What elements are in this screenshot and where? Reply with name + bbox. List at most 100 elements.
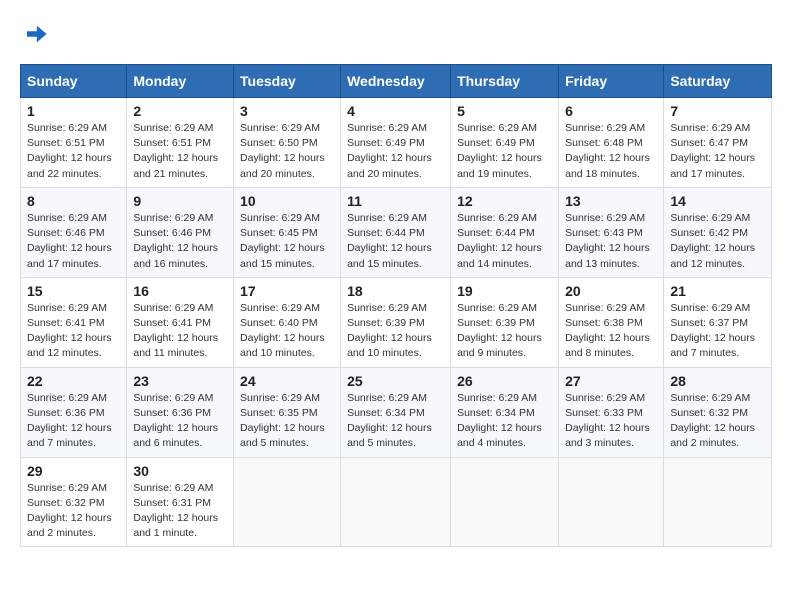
day-number: 26 — [457, 373, 552, 389]
day-number: 24 — [240, 373, 334, 389]
calendar-cell — [341, 457, 451, 547]
cell-info: Sunrise: 6:29 AMSunset: 6:33 PMDaylight:… — [565, 392, 650, 450]
calendar-cell: 9 Sunrise: 6:29 AMSunset: 6:46 PMDayligh… — [127, 187, 234, 277]
calendar-cell — [234, 457, 341, 547]
day-number: 29 — [27, 463, 120, 479]
day-number: 15 — [27, 283, 120, 299]
calendar-cell: 8 Sunrise: 6:29 AMSunset: 6:46 PMDayligh… — [21, 187, 127, 277]
cell-info: Sunrise: 6:29 AMSunset: 6:44 PMDaylight:… — [347, 212, 432, 270]
cell-info: Sunrise: 6:29 AMSunset: 6:47 PMDaylight:… — [670, 122, 755, 180]
cell-info: Sunrise: 6:29 AMSunset: 6:48 PMDaylight:… — [565, 122, 650, 180]
day-number: 22 — [27, 373, 120, 389]
calendar-cell: 7 Sunrise: 6:29 AMSunset: 6:47 PMDayligh… — [664, 98, 772, 188]
calendar-cell: 28 Sunrise: 6:29 AMSunset: 6:32 PMDaylig… — [664, 367, 772, 457]
cell-info: Sunrise: 6:29 AMSunset: 6:46 PMDaylight:… — [133, 212, 218, 270]
calendar-cell: 14 Sunrise: 6:29 AMSunset: 6:42 PMDaylig… — [664, 187, 772, 277]
cell-info: Sunrise: 6:29 AMSunset: 6:43 PMDaylight:… — [565, 212, 650, 270]
day-number: 28 — [670, 373, 765, 389]
weekday-monday: Monday — [127, 65, 234, 98]
day-number: 1 — [27, 103, 120, 119]
calendar-table: SundayMondayTuesdayWednesdayThursdayFrid… — [20, 64, 772, 547]
day-number: 11 — [347, 193, 444, 209]
calendar-cell: 13 Sunrise: 6:29 AMSunset: 6:43 PMDaylig… — [559, 187, 664, 277]
calendar-cell: 11 Sunrise: 6:29 AMSunset: 6:44 PMDaylig… — [341, 187, 451, 277]
day-number: 14 — [670, 193, 765, 209]
calendar-week-1: 1 Sunrise: 6:29 AMSunset: 6:51 PMDayligh… — [21, 98, 772, 188]
calendar-cell: 21 Sunrise: 6:29 AMSunset: 6:37 PMDaylig… — [664, 277, 772, 367]
calendar-cell: 15 Sunrise: 6:29 AMSunset: 6:41 PMDaylig… — [21, 277, 127, 367]
cell-info: Sunrise: 6:29 AMSunset: 6:46 PMDaylight:… — [27, 212, 112, 270]
cell-info: Sunrise: 6:29 AMSunset: 6:51 PMDaylight:… — [133, 122, 218, 180]
cell-info: Sunrise: 6:29 AMSunset: 6:45 PMDaylight:… — [240, 212, 325, 270]
calendar-cell: 1 Sunrise: 6:29 AMSunset: 6:51 PMDayligh… — [21, 98, 127, 188]
weekday-wednesday: Wednesday — [341, 65, 451, 98]
cell-info: Sunrise: 6:29 AMSunset: 6:39 PMDaylight:… — [457, 302, 542, 360]
cell-info: Sunrise: 6:29 AMSunset: 6:49 PMDaylight:… — [347, 122, 432, 180]
day-number: 21 — [670, 283, 765, 299]
calendar-cell: 10 Sunrise: 6:29 AMSunset: 6:45 PMDaylig… — [234, 187, 341, 277]
calendar-cell: 3 Sunrise: 6:29 AMSunset: 6:50 PMDayligh… — [234, 98, 341, 188]
calendar-cell: 18 Sunrise: 6:29 AMSunset: 6:39 PMDaylig… — [341, 277, 451, 367]
day-number: 20 — [565, 283, 657, 299]
weekday-friday: Friday — [559, 65, 664, 98]
cell-info: Sunrise: 6:29 AMSunset: 6:32 PMDaylight:… — [27, 482, 112, 540]
calendar-cell — [664, 457, 772, 547]
day-number: 9 — [133, 193, 227, 209]
weekday-sunday: Sunday — [21, 65, 127, 98]
calendar-cell: 30 Sunrise: 6:29 AMSunset: 6:31 PMDaylig… — [127, 457, 234, 547]
weekday-tuesday: Tuesday — [234, 65, 341, 98]
cell-info: Sunrise: 6:29 AMSunset: 6:38 PMDaylight:… — [565, 302, 650, 360]
cell-info: Sunrise: 6:29 AMSunset: 6:36 PMDaylight:… — [133, 392, 218, 450]
calendar-cell: 5 Sunrise: 6:29 AMSunset: 6:49 PMDayligh… — [451, 98, 559, 188]
cell-info: Sunrise: 6:29 AMSunset: 6:31 PMDaylight:… — [133, 482, 218, 540]
calendar-cell: 4 Sunrise: 6:29 AMSunset: 6:49 PMDayligh… — [341, 98, 451, 188]
cell-info: Sunrise: 6:29 AMSunset: 6:51 PMDaylight:… — [27, 122, 112, 180]
weekday-saturday: Saturday — [664, 65, 772, 98]
cell-info: Sunrise: 6:29 AMSunset: 6:40 PMDaylight:… — [240, 302, 325, 360]
cell-info: Sunrise: 6:29 AMSunset: 6:32 PMDaylight:… — [670, 392, 755, 450]
cell-info: Sunrise: 6:29 AMSunset: 6:42 PMDaylight:… — [670, 212, 755, 270]
calendar-body: 1 Sunrise: 6:29 AMSunset: 6:51 PMDayligh… — [21, 98, 772, 547]
calendar-cell: 16 Sunrise: 6:29 AMSunset: 6:41 PMDaylig… — [127, 277, 234, 367]
cell-info: Sunrise: 6:29 AMSunset: 6:49 PMDaylight:… — [457, 122, 542, 180]
day-number: 25 — [347, 373, 444, 389]
cell-info: Sunrise: 6:29 AMSunset: 6:50 PMDaylight:… — [240, 122, 325, 180]
cell-info: Sunrise: 6:29 AMSunset: 6:41 PMDaylight:… — [133, 302, 218, 360]
calendar-cell — [559, 457, 664, 547]
day-number: 12 — [457, 193, 552, 209]
calendar-week-3: 15 Sunrise: 6:29 AMSunset: 6:41 PMDaylig… — [21, 277, 772, 367]
logo — [20, 20, 52, 48]
day-number: 13 — [565, 193, 657, 209]
day-number: 18 — [347, 283, 444, 299]
calendar-cell: 24 Sunrise: 6:29 AMSunset: 6:35 PMDaylig… — [234, 367, 341, 457]
cell-info: Sunrise: 6:29 AMSunset: 6:41 PMDaylight:… — [27, 302, 112, 360]
cell-info: Sunrise: 6:29 AMSunset: 6:35 PMDaylight:… — [240, 392, 325, 450]
day-number: 3 — [240, 103, 334, 119]
calendar-cell: 29 Sunrise: 6:29 AMSunset: 6:32 PMDaylig… — [21, 457, 127, 547]
calendar-cell: 2 Sunrise: 6:29 AMSunset: 6:51 PMDayligh… — [127, 98, 234, 188]
logo-icon — [20, 20, 48, 48]
day-number: 30 — [133, 463, 227, 479]
cell-info: Sunrise: 6:29 AMSunset: 6:37 PMDaylight:… — [670, 302, 755, 360]
calendar-cell: 17 Sunrise: 6:29 AMSunset: 6:40 PMDaylig… — [234, 277, 341, 367]
weekday-header-row: SundayMondayTuesdayWednesdayThursdayFrid… — [21, 65, 772, 98]
cell-info: Sunrise: 6:29 AMSunset: 6:36 PMDaylight:… — [27, 392, 112, 450]
day-number: 27 — [565, 373, 657, 389]
calendar-cell: 6 Sunrise: 6:29 AMSunset: 6:48 PMDayligh… — [559, 98, 664, 188]
weekday-thursday: Thursday — [451, 65, 559, 98]
calendar-cell: 22 Sunrise: 6:29 AMSunset: 6:36 PMDaylig… — [21, 367, 127, 457]
cell-info: Sunrise: 6:29 AMSunset: 6:39 PMDaylight:… — [347, 302, 432, 360]
calendar-week-4: 22 Sunrise: 6:29 AMSunset: 6:36 PMDaylig… — [21, 367, 772, 457]
cell-info: Sunrise: 6:29 AMSunset: 6:44 PMDaylight:… — [457, 212, 542, 270]
day-number: 10 — [240, 193, 334, 209]
day-number: 7 — [670, 103, 765, 119]
calendar-cell: 19 Sunrise: 6:29 AMSunset: 6:39 PMDaylig… — [451, 277, 559, 367]
calendar-cell: 20 Sunrise: 6:29 AMSunset: 6:38 PMDaylig… — [559, 277, 664, 367]
calendar-cell: 25 Sunrise: 6:29 AMSunset: 6:34 PMDaylig… — [341, 367, 451, 457]
page-header — [20, 20, 772, 48]
calendar-cell: 27 Sunrise: 6:29 AMSunset: 6:33 PMDaylig… — [559, 367, 664, 457]
day-number: 23 — [133, 373, 227, 389]
day-number: 16 — [133, 283, 227, 299]
calendar-cell: 23 Sunrise: 6:29 AMSunset: 6:36 PMDaylig… — [127, 367, 234, 457]
day-number: 5 — [457, 103, 552, 119]
